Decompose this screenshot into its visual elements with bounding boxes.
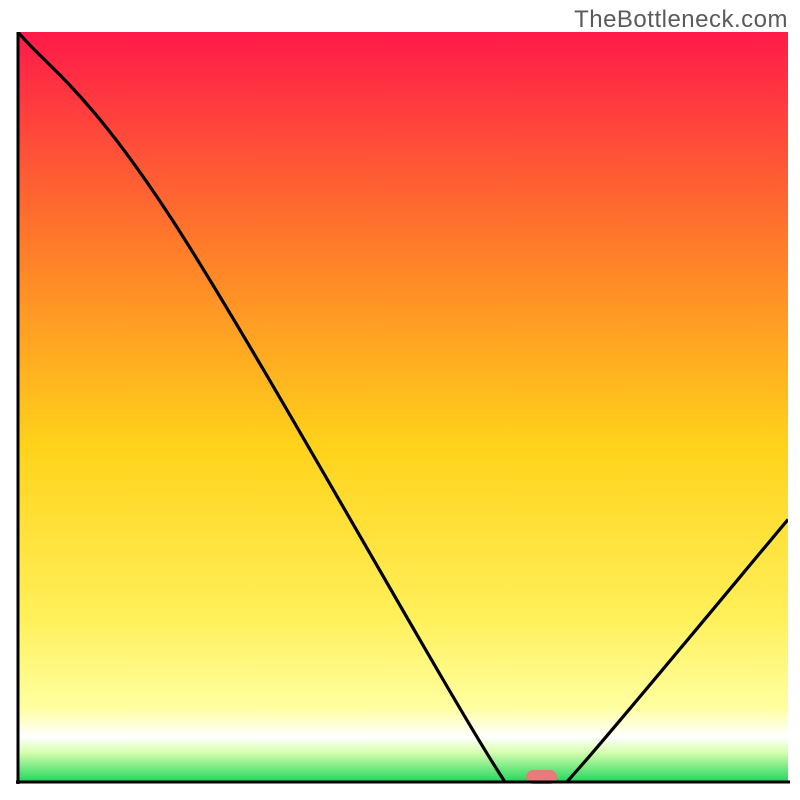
chart-container: { "watermark": "TheBottleneck.com", "col… — [0, 0, 800, 800]
watermark-text: TheBottleneck.com — [574, 6, 788, 34]
chart-svg — [0, 0, 800, 800]
plot-background — [18, 32, 788, 782]
